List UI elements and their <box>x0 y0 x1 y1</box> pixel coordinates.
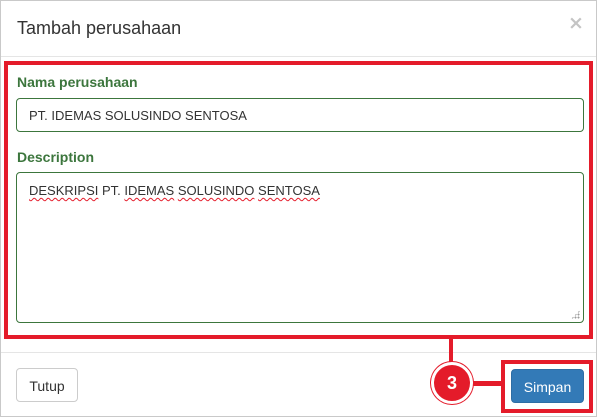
company-name-input[interactable] <box>16 98 584 132</box>
annotation-connector-horizontal <box>471 381 503 386</box>
resize-handle-icon[interactable] <box>571 310 580 319</box>
footer-divider <box>1 352 596 353</box>
close-button[interactable]: Tutup <box>16 368 78 402</box>
spellcheck-word: DESKRIPSI <box>29 183 99 198</box>
spellcheck-word: IDEMAS <box>124 183 175 198</box>
description-textarea[interactable]: DESKRIPSI PT. IDEMAS SOLUSINDO SENTOSA <box>16 172 584 323</box>
dialog-header: Tambah perusahaan × <box>1 1 596 57</box>
description-text: DESKRIPSI PT. IDEMAS SOLUSINDO SENTOSA <box>29 183 320 199</box>
description-label: Description <box>17 149 95 165</box>
close-icon[interactable]: × <box>568 13 584 33</box>
dialog-title: Tambah perusahaan <box>17 18 182 38</box>
company-name-label: Nama perusahaan <box>17 74 138 90</box>
description-word: PT. <box>98 183 125 198</box>
add-company-dialog: Tambah perusahaan × Nama perusahaan Desc… <box>0 0 597 417</box>
spellcheck-word: SENTOSA <box>258 183 320 198</box>
step-number-badge: 3 <box>431 362 473 404</box>
save-button[interactable]: Simpan <box>511 369 584 403</box>
spellcheck-word: SOLUSINDO <box>177 183 255 198</box>
